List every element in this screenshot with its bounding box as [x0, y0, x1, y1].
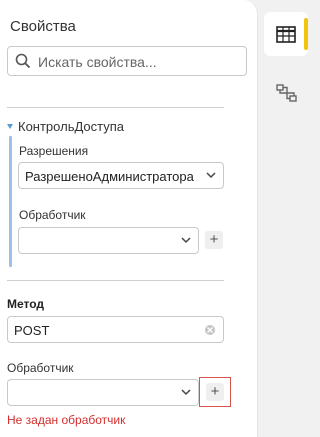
search-input[interactable]: Искать свойства...: [7, 46, 247, 76]
divider: [7, 280, 224, 281]
handler-error-message: Не задан обработчик: [7, 413, 126, 427]
table-icon: [276, 26, 296, 43]
divider: [7, 107, 224, 108]
access-handler-label: Обработчик: [19, 208, 86, 222]
group-header-access[interactable]: КонтрольДоступа: [7, 119, 124, 134]
search-placeholder: Искать свойства...: [38, 54, 157, 70]
access-handler-select[interactable]: [18, 227, 199, 254]
expand-triangle-icon[interactable]: [7, 124, 13, 129]
add-access-handler-button[interactable]: +: [205, 231, 223, 249]
search-icon: [15, 53, 31, 69]
clear-icon[interactable]: [205, 325, 215, 335]
permissions-select[interactable]: РазрешеноАдминистратора: [18, 162, 224, 189]
chevron-down-icon: [181, 389, 191, 396]
add-method-handler-button[interactable]: +: [206, 383, 224, 401]
properties-panel: Свойства Искать свойства... КонтрольДост…: [0, 0, 258, 437]
flow-icon[interactable]: [276, 83, 298, 103]
permissions-value: РазрешеноАдминистратора: [25, 169, 194, 184]
chevron-down-icon: [206, 172, 216, 179]
method-handler-label: Обработчик: [7, 361, 74, 375]
panel-title: Свойства: [10, 18, 76, 35]
method-label: Метод: [7, 297, 45, 311]
group-indent-bar: [9, 136, 12, 267]
group-title: КонтрольДоступа: [18, 119, 125, 134]
sidebar-item-properties[interactable]: [264, 12, 308, 56]
chevron-down-icon: [181, 237, 191, 244]
active-indicator: [304, 18, 308, 50]
permissions-label: Разрешения: [19, 144, 89, 158]
method-handler-select[interactable]: [7, 379, 199, 406]
method-field[interactable]: POST: [7, 316, 224, 343]
method-value: POST: [14, 323, 50, 338]
